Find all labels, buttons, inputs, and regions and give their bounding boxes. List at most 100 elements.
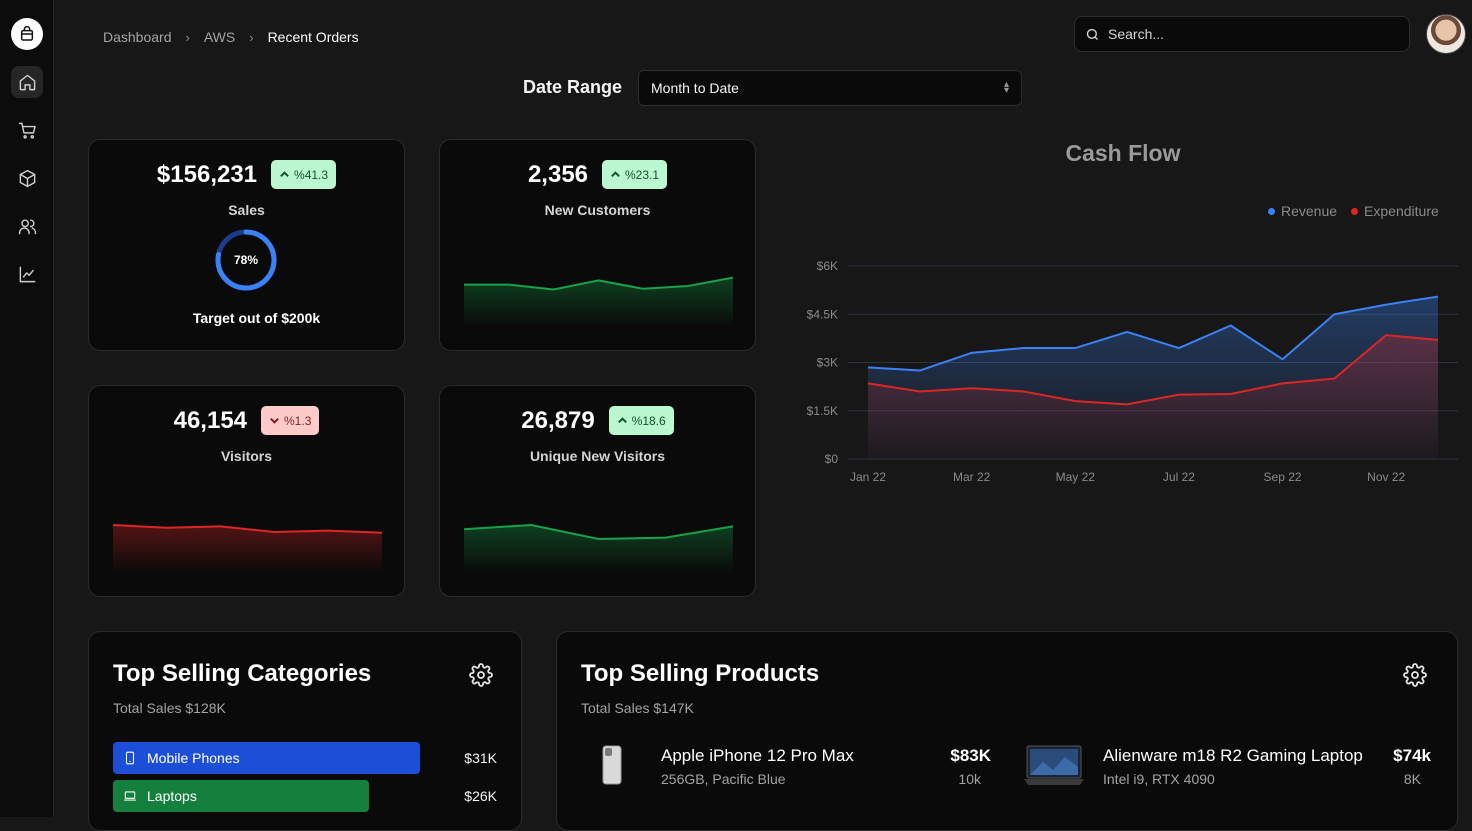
sidebar-item-customers[interactable] <box>11 210 43 242</box>
unique-visitors-value: 26,879 <box>521 406 595 434</box>
sparkline-area <box>113 525 382 574</box>
visitors-change: %1.3 <box>284 413 312 428</box>
app-logo[interactable] <box>11 18 43 50</box>
sales-progress-text: 78% <box>233 253 259 267</box>
legend-dot <box>1351 207 1359 215</box>
sidebar-item-orders[interactable] <box>11 114 43 146</box>
legend-expenditure[interactable]: Expenditure <box>1351 203 1439 219</box>
sales-target: Target out of $200k <box>192 310 321 326</box>
sales-value: $156,231 <box>156 160 258 188</box>
chevron-right-icon: › <box>249 29 254 45</box>
iphone-image <box>602 745 622 785</box>
chevron-up-icon <box>280 171 289 178</box>
legend-revenue[interactable]: Revenue <box>1268 203 1337 219</box>
line-chart-icon <box>19 266 35 282</box>
search-input[interactable] <box>1108 26 1388 42</box>
bag-icon <box>20 26 34 41</box>
sales-card: $156,231 %41.3 Sales 78% Target out of $… <box>88 139 405 351</box>
product-name: Apple iPhone 12 Pro Max <box>661 746 854 765</box>
customers-change: %23.1 <box>625 167 660 182</box>
laptop-image <box>1024 745 1084 785</box>
sidebar-item-products[interactable] <box>11 162 43 194</box>
categories-title: Top Selling Categories <box>113 660 372 687</box>
chevron-down-icon <box>270 417 279 424</box>
category-value: $26K <box>464 788 497 804</box>
product-desc: 256GB, Pacific Blue <box>661 771 786 787</box>
x-tick-label: Nov 22 <box>1367 470 1405 484</box>
breadcrumb: Dashboard › AWS › Recent Orders <box>103 29 359 45</box>
product-price: $83K <box>950 746 991 765</box>
sidebar <box>0 0 54 817</box>
sidebar-item-analytics[interactable] <box>11 258 43 290</box>
category-bar-mobile-phones[interactable]: Mobile Phones <box>113 742 420 774</box>
products-title: Top Selling Products <box>581 660 820 687</box>
y-tick-label: $3K <box>817 356 838 370</box>
product-count: 10k <box>958 771 981 787</box>
visitors-label: Visitors <box>220 448 273 464</box>
date-range-value: Month to Date <box>651 80 739 96</box>
x-tick-label: Sep 22 <box>1264 470 1302 484</box>
gear-icon <box>1403 663 1427 687</box>
top-categories-panel: Top Selling Categories Total Sales $128K… <box>88 631 522 831</box>
products-settings-button[interactable] <box>1403 663 1427 687</box>
unique-visitors-change: %18.6 <box>631 413 666 428</box>
sales-change-badge: %41.3 <box>271 160 337 189</box>
unique-visitors-card: 26,879 %18.6 Unique New Visitors <box>439 385 756 597</box>
avatar[interactable] <box>1426 14 1466 54</box>
visitors-card: 46,154 %1.3 Visitors <box>88 385 405 597</box>
visitors-sparkline <box>113 524 382 574</box>
category-label: Mobile Phones <box>147 750 240 766</box>
chart-title: Cash Flow <box>1065 140 1181 166</box>
product-desc: Intel i9, RTX 4090 <box>1103 771 1215 787</box>
y-tick-label: $1.5K <box>807 404 838 418</box>
breadcrumb-dashboard[interactable]: Dashboard <box>103 29 172 45</box>
search-box[interactable] <box>1074 16 1410 52</box>
x-tick-label: Mar 22 <box>953 470 991 484</box>
visitors-value: 46,154 <box>173 406 248 434</box>
product-count: 8K <box>1403 771 1421 787</box>
customers-label: New Customers <box>544 202 651 218</box>
users-icon <box>18 218 36 234</box>
x-tick-label: Jan 22 <box>850 470 886 484</box>
chart-legend: Revenue Expenditure <box>1268 203 1439 219</box>
product-name: Alienware m18 R2 Gaming Laptop <box>1103 746 1363 765</box>
chevron-up-icon <box>617 417 627 424</box>
breadcrumb-current: Recent Orders <box>267 29 359 45</box>
date-range-label: Date Range <box>523 77 623 97</box>
category-bar-laptops[interactable]: Laptops <box>113 780 369 812</box>
laptop-icon <box>124 791 136 801</box>
x-tick-label: May 22 <box>1056 470 1096 484</box>
top-products-panel: Top Selling Products Total Sales $147K A… <box>556 631 1458 831</box>
sales-change: %41.3 <box>294 167 329 182</box>
categories-subtitle: Total Sales $128K <box>113 700 226 716</box>
y-tick-label: $0 <box>825 452 839 466</box>
unique-visitors-sparkline <box>464 523 733 574</box>
visitors-change-badge: %1.3 <box>261 406 320 435</box>
legend-label: Revenue <box>1281 203 1338 219</box>
date-range-select[interactable]: Month to Date ▴ ▾ <box>638 70 1022 106</box>
product-item[interactable]: Alienware m18 R2 Gaming Laptop Intel i9,… <box>1023 740 1431 790</box>
product-item[interactable]: Apple iPhone 12 Pro Max 256GB, Pacific B… <box>581 740 991 790</box>
unique-visitors-label: Unique New Visitors <box>529 448 666 464</box>
search-icon <box>1086 28 1098 40</box>
legend-label: Expenditure <box>1364 203 1439 219</box>
products-subtitle: Total Sales $147K <box>581 700 694 716</box>
customers-change-badge: %23.1 <box>602 160 668 189</box>
cash-flow-chart: $0 $1.5K $3K $4.5K $6K Jan 22 Mar 22 May 22 Jul … <box>807 259 1458 484</box>
gear-icon <box>469 663 493 687</box>
categories-settings-button[interactable] <box>469 663 493 687</box>
chevron-up-icon <box>611 171 620 178</box>
x-tick-label: Jul 22 <box>1163 470 1195 484</box>
package-icon <box>19 169 35 187</box>
cart-icon <box>18 122 36 139</box>
breadcrumb-aws[interactable]: AWS <box>204 29 235 45</box>
y-tick-label: $4.5K <box>807 307 838 321</box>
category-label: Laptops <box>147 788 197 804</box>
smartphone-icon <box>125 751 135 765</box>
category-value: $31K <box>464 750 497 766</box>
sidebar-item-home[interactable] <box>11 66 43 98</box>
chevron-right-icon: › <box>185 29 190 45</box>
home-icon <box>19 74 35 90</box>
customers-value: 2,356 <box>527 160 589 188</box>
y-tick-label: $6K <box>817 259 838 273</box>
